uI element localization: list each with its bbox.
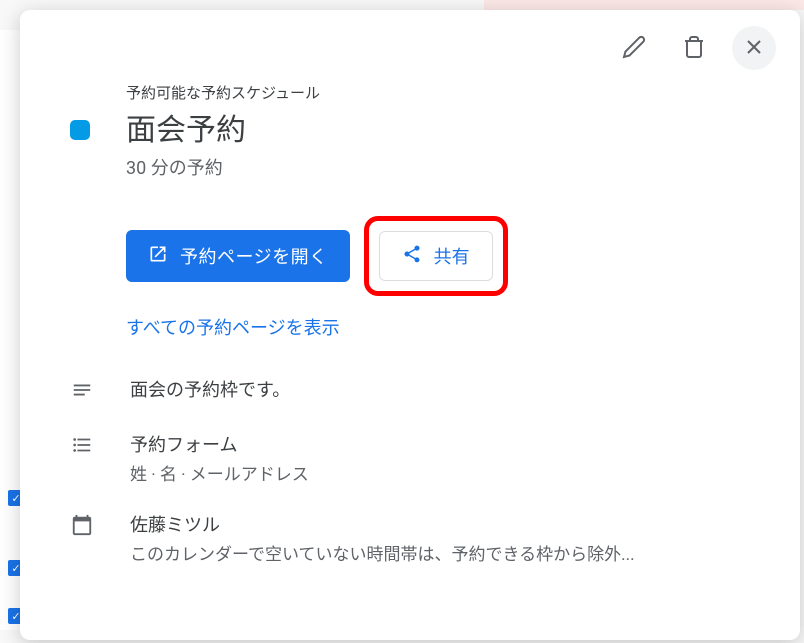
calendar-owner: 佐藤ミツル (130, 511, 780, 537)
trash-icon (682, 35, 706, 62)
top-actions (40, 26, 780, 70)
form-title: 予約フォーム (130, 431, 780, 457)
share-button[interactable]: 共有 (379, 231, 493, 281)
appointment-duration: 30 分の予約 (126, 154, 780, 180)
form-fields: 姓 · 名 · メールアドレス (130, 460, 780, 485)
pencil-icon (622, 35, 646, 62)
share-button-label: 共有 (434, 243, 470, 269)
view-all-pages-link[interactable]: すべての予約ページを表示 (126, 314, 780, 340)
description-text: 面会の予約枠です。 (130, 376, 780, 402)
delete-button[interactable] (672, 26, 716, 70)
calendar-note: このカレンダーで空いていない時間帯は、予約できる枠から除外... (130, 540, 780, 565)
share-icon (402, 244, 422, 269)
list-icon (70, 433, 94, 457)
open-booking-page-button[interactable]: 予約ページを開く (126, 230, 350, 282)
appointment-title: 面会予約 (126, 105, 780, 149)
event-color-indicator (70, 120, 90, 140)
edit-button[interactable] (612, 26, 656, 70)
appointment-schedule-popup: 予約可能な予約スケジュール 面会予約 30 分の予約 予約ページを開く (20, 10, 800, 640)
close-button[interactable] (732, 26, 776, 70)
calendar-icon (70, 513, 94, 537)
share-button-highlight: 共有 (364, 216, 508, 296)
close-icon (742, 35, 766, 62)
notes-icon (70, 378, 94, 402)
open-in-new-icon (148, 244, 168, 269)
schedule-type-label: 予約可能な予約スケジュール (126, 82, 780, 103)
open-button-label: 予約ページを開く (180, 243, 328, 269)
